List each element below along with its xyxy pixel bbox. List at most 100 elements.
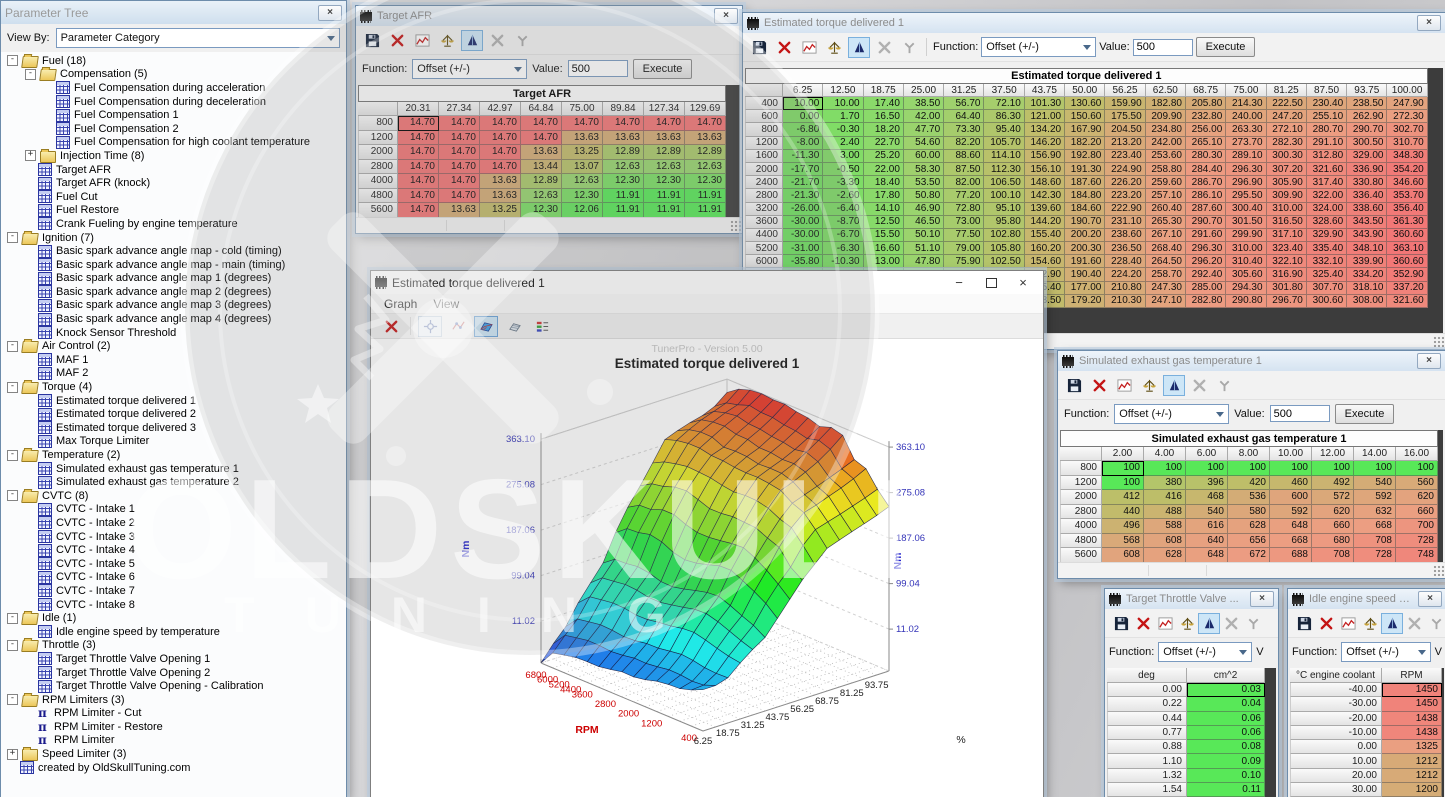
row-header[interactable]: 800 (745, 123, 783, 136)
row-header[interactable]: 2000 (358, 145, 398, 160)
table-cell[interactable]: 12.30 (685, 174, 726, 189)
table-cell[interactable]: 100 (1396, 461, 1438, 476)
tree-item[interactable]: CVTC - Intake 8 (1, 598, 346, 612)
titlebar[interactable]: Target AFR × (356, 6, 742, 26)
collapse-icon[interactable]: - (7, 55, 18, 66)
row-header[interactable]: 4000 (358, 174, 398, 189)
tree-item[interactable]: Fuel Cut (1, 190, 346, 204)
plane-icon[interactable] (502, 316, 526, 337)
tree-item[interactable]: Basic spark advance angle map 1 (degrees… (1, 272, 346, 286)
column-header[interactable]: 18.75 (864, 84, 904, 97)
table-cell[interactable]: 258.80 (1146, 163, 1186, 176)
column-header[interactable]: 75.00 (1226, 84, 1266, 97)
table-cell[interactable]: 300.40 (1226, 203, 1266, 216)
table-cell[interactable]: 620 (1396, 490, 1438, 505)
close-icon[interactable]: × (714, 8, 738, 24)
table-cell[interactable]: 247.20 (1267, 110, 1307, 123)
collapse-icon[interactable]: - (7, 640, 18, 651)
tree-item[interactable]: Estimated torque delivered 3 (1, 421, 346, 435)
table-cell[interactable]: 255.10 (1307, 110, 1347, 123)
clear-x-icon[interactable] (1188, 375, 1210, 396)
table-cell[interactable]: 301.80 (1267, 282, 1307, 295)
table-cell[interactable]: 210.30 (1105, 295, 1145, 308)
tree-item[interactable]: -Throttle (3) (1, 639, 346, 653)
table-cell[interactable]: 13.63 (480, 174, 521, 189)
table-cell[interactable]: 1212 (1382, 754, 1442, 768)
table-cell[interactable]: 242.00 (1146, 137, 1186, 150)
table-cell[interactable]: 335.40 (1307, 242, 1347, 255)
table-cell[interactable]: 14.70 (398, 116, 439, 131)
table-cell[interactable]: 343.50 (1347, 216, 1387, 229)
table-cell[interactable]: 139.60 (1025, 203, 1065, 216)
pan-icon[interactable] (418, 316, 442, 337)
table-cell[interactable]: 257.10 (1146, 189, 1186, 202)
row-header[interactable]: 1200 (1060, 476, 1102, 491)
table-cell[interactable]: 540 (1186, 505, 1228, 520)
table-cell[interactable]: 360.60 (1387, 229, 1427, 242)
table-cell[interactable]: 14.70 (398, 131, 439, 146)
table-cell[interactable]: 167.90 (1065, 123, 1105, 136)
line-points-icon[interactable] (446, 316, 470, 337)
execute-button[interactable]: Execute (1196, 37, 1256, 57)
table-cell[interactable]: 580 (1228, 505, 1270, 520)
scales-icon[interactable] (823, 37, 845, 58)
tree-item[interactable]: Fuel Compensation for high coolant tempe… (1, 136, 346, 150)
minimize-icon[interactable]: − (943, 272, 975, 294)
table-cell[interactable]: 204.50 (1105, 123, 1145, 136)
table-cell[interactable]: 1212 (1382, 769, 1442, 783)
table-cell[interactable]: 144.20 (1025, 216, 1065, 229)
table-cell[interactable]: 228.40 (1105, 255, 1145, 268)
table-cell[interactable]: 100 (1354, 461, 1396, 476)
table-cell[interactable]: 75.90 (944, 255, 984, 268)
table-cell[interactable]: 160.20 (1025, 242, 1065, 255)
table-cell[interactable]: 280.70 (1307, 123, 1347, 136)
table-cell[interactable]: 309.90 (1267, 189, 1307, 202)
table-cell[interactable]: 16.50 (864, 110, 904, 123)
table-cell[interactable]: 102.80 (984, 229, 1024, 242)
table-cell[interactable]: 360.60 (1387, 255, 1427, 268)
table-cell[interactable]: 238.60 (1105, 229, 1145, 242)
table-cell[interactable]: 12.89 (603, 145, 644, 160)
table-cell[interactable]: 14.70 (480, 160, 521, 175)
tree-item[interactable]: Fuel Compensation 2 (1, 122, 346, 136)
tree-item[interactable]: Basic spark advance angle map - main (ti… (1, 258, 346, 272)
table-cell[interactable]: 616 (1186, 519, 1228, 534)
table-cell[interactable]: 200.30 (1065, 242, 1105, 255)
table-cell[interactable]: 290.70 (1347, 123, 1387, 136)
tree-item[interactable]: Estimated torque delivered 1 (1, 394, 346, 408)
table-cell[interactable]: 72.80 (944, 203, 984, 216)
table-cell[interactable]: 12.89 (521, 174, 562, 189)
table-cell[interactable]: 13.44 (521, 160, 562, 175)
row-header[interactable]: 2400 (745, 176, 783, 189)
table-cell[interactable]: 213.20 (1105, 137, 1145, 150)
tree-item[interactable]: Fuel Restore (1, 204, 346, 218)
surface-graph-icon[interactable] (1381, 613, 1403, 634)
table-cell[interactable]: 300.60 (1307, 295, 1347, 308)
table-cell[interactable]: 289.10 (1226, 150, 1266, 163)
table-cell[interactable]: -2.60 (823, 189, 863, 202)
table-cell[interactable]: 299.90 (1226, 229, 1266, 242)
row-header[interactable]: 2000 (745, 163, 783, 176)
collapse-icon[interactable]: - (7, 450, 18, 461)
table-cell[interactable]: 310.70 (1387, 137, 1427, 150)
table-cell[interactable]: 307.70 (1307, 282, 1347, 295)
table-cell[interactable]: 86.30 (984, 110, 1024, 123)
tree-item[interactable]: -Air Control (2) (1, 339, 346, 353)
table-cell[interactable]: 12.30 (644, 174, 685, 189)
table-cell[interactable]: 321.60 (1307, 163, 1347, 176)
row-header[interactable]: 800 (1060, 461, 1102, 476)
column-header[interactable]: 87.50 (1307, 84, 1347, 97)
tree-item[interactable]: Target AFR (knock) (1, 176, 346, 190)
tree-item[interactable]: Target Throttle Valve Opening - Calibrat… (1, 679, 346, 693)
titlebar[interactable]: Target Throttle Valve ... × (1105, 589, 1278, 609)
table-cell[interactable]: 301.50 (1226, 216, 1266, 229)
row-header[interactable]: 800 (358, 116, 398, 131)
function-select[interactable]: Offset (+/-) (981, 37, 1096, 57)
table-cell[interactable]: 336.40 (1347, 189, 1387, 202)
menu-graph[interactable]: Graph (377, 297, 424, 311)
table-cell[interactable]: 286.70 (1186, 176, 1226, 189)
table-cell[interactable]: 1438 (1382, 712, 1442, 726)
expand-icon[interactable]: + (25, 150, 36, 161)
row-header[interactable]: 3200 (745, 203, 783, 216)
scales-icon[interactable] (1176, 613, 1198, 634)
